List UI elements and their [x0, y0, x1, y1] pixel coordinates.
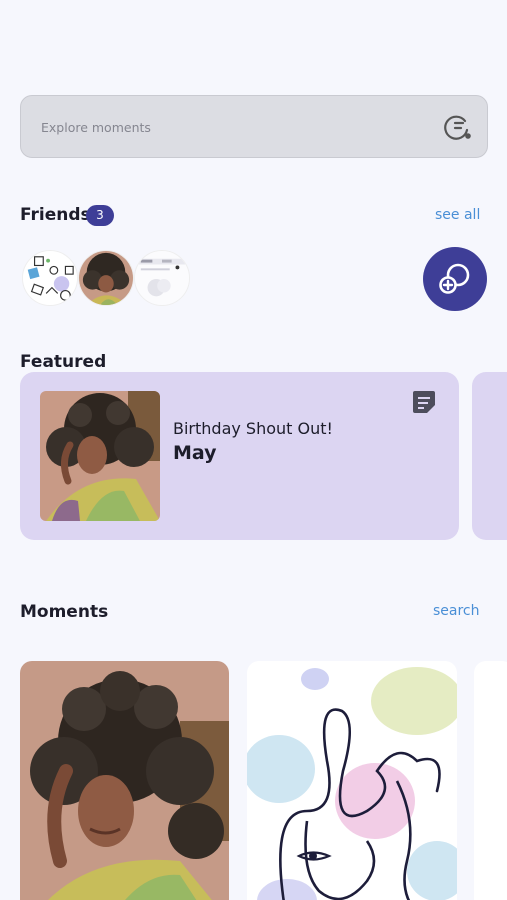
- featured-card[interactable]: Birthday Shout Out! May: [20, 372, 459, 540]
- friends-count-badge: 3: [86, 205, 114, 226]
- search-bar[interactable]: [20, 95, 488, 158]
- moments-title: Moments: [20, 602, 109, 622]
- note-icon[interactable]: [411, 389, 437, 415]
- featured-card-next[interactable]: [472, 372, 507, 540]
- see-all-link[interactable]: see all: [435, 207, 480, 223]
- friend-avatar-portrait[interactable]: [78, 250, 134, 306]
- add-friend-button[interactable]: [423, 247, 487, 311]
- search-input[interactable]: [41, 116, 421, 138]
- friend-avatar-doodle[interactable]: [22, 250, 78, 306]
- featured-image: [40, 391, 160, 521]
- friends-title: Friends: [20, 205, 91, 225]
- moment-card-next[interactable]: [474, 661, 507, 900]
- moment-card-lineart[interactable]: [247, 661, 457, 900]
- featured-card-title: Birthday Shout Out!: [173, 419, 333, 438]
- moments-search-link[interactable]: search: [433, 603, 480, 619]
- featured-card-name: May: [173, 442, 217, 464]
- moment-card-portrait[interactable]: [20, 661, 229, 900]
- featured-title: Featured: [20, 352, 107, 372]
- search-refresh-icon[interactable]: [441, 111, 473, 143]
- friend-avatar-screenshot[interactable]: [134, 250, 190, 306]
- add-friend-icon: [439, 263, 470, 294]
